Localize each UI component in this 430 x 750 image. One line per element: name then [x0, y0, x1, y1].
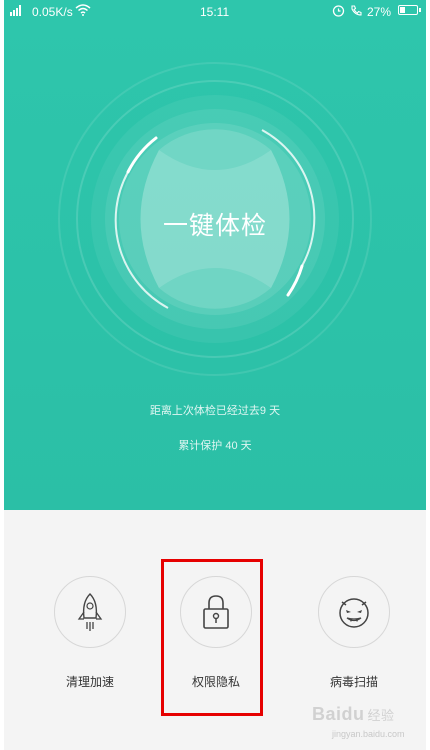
virus-scan-label: 病毒扫描 — [329, 675, 378, 689]
wifi-icon — [75, 4, 91, 16]
one-key-check-button[interactable]: 一键体检 — [56, 60, 374, 378]
virus-icon-circle — [318, 576, 390, 648]
clean-icon-circle — [54, 576, 126, 648]
last-check-text: 距离上次体检已经过去9 天 — [149, 405, 281, 417]
highlight-box — [161, 559, 263, 716]
devil-face-icon — [339, 598, 369, 628]
status-bar: 0.05K/s 15:11 27% — [4, 0, 426, 24]
battery-percent: 27% — [367, 5, 392, 19]
network-speed: 0.05K/s — [32, 5, 73, 19]
battery-icon — [398, 5, 421, 15]
clean-accelerate-button[interactable]: 清理加速 — [30, 576, 150, 690]
check-button-label: 一键体检 — [162, 212, 267, 240]
hero-panel: 0.05K/s 15:11 27% 一键体检 距离上次体检已经过去9 天 累计保… — [4, 0, 426, 510]
call-icon — [351, 5, 362, 16]
clock: 15:11 — [200, 5, 230, 19]
rocket-icon — [77, 593, 103, 631]
virus-scan-button[interactable]: 病毒扫描 — [294, 576, 414, 690]
signal-icon — [10, 5, 21, 16]
protection-days-text: 累计保护 40 天 — [178, 440, 252, 452]
alarm-icon — [332, 5, 345, 17]
watermark-url: jingyan.baidu.com — [332, 729, 405, 739]
watermark-logo: Baidu 经验 — [312, 704, 395, 724]
clean-accelerate-label: 清理加速 — [65, 675, 114, 689]
